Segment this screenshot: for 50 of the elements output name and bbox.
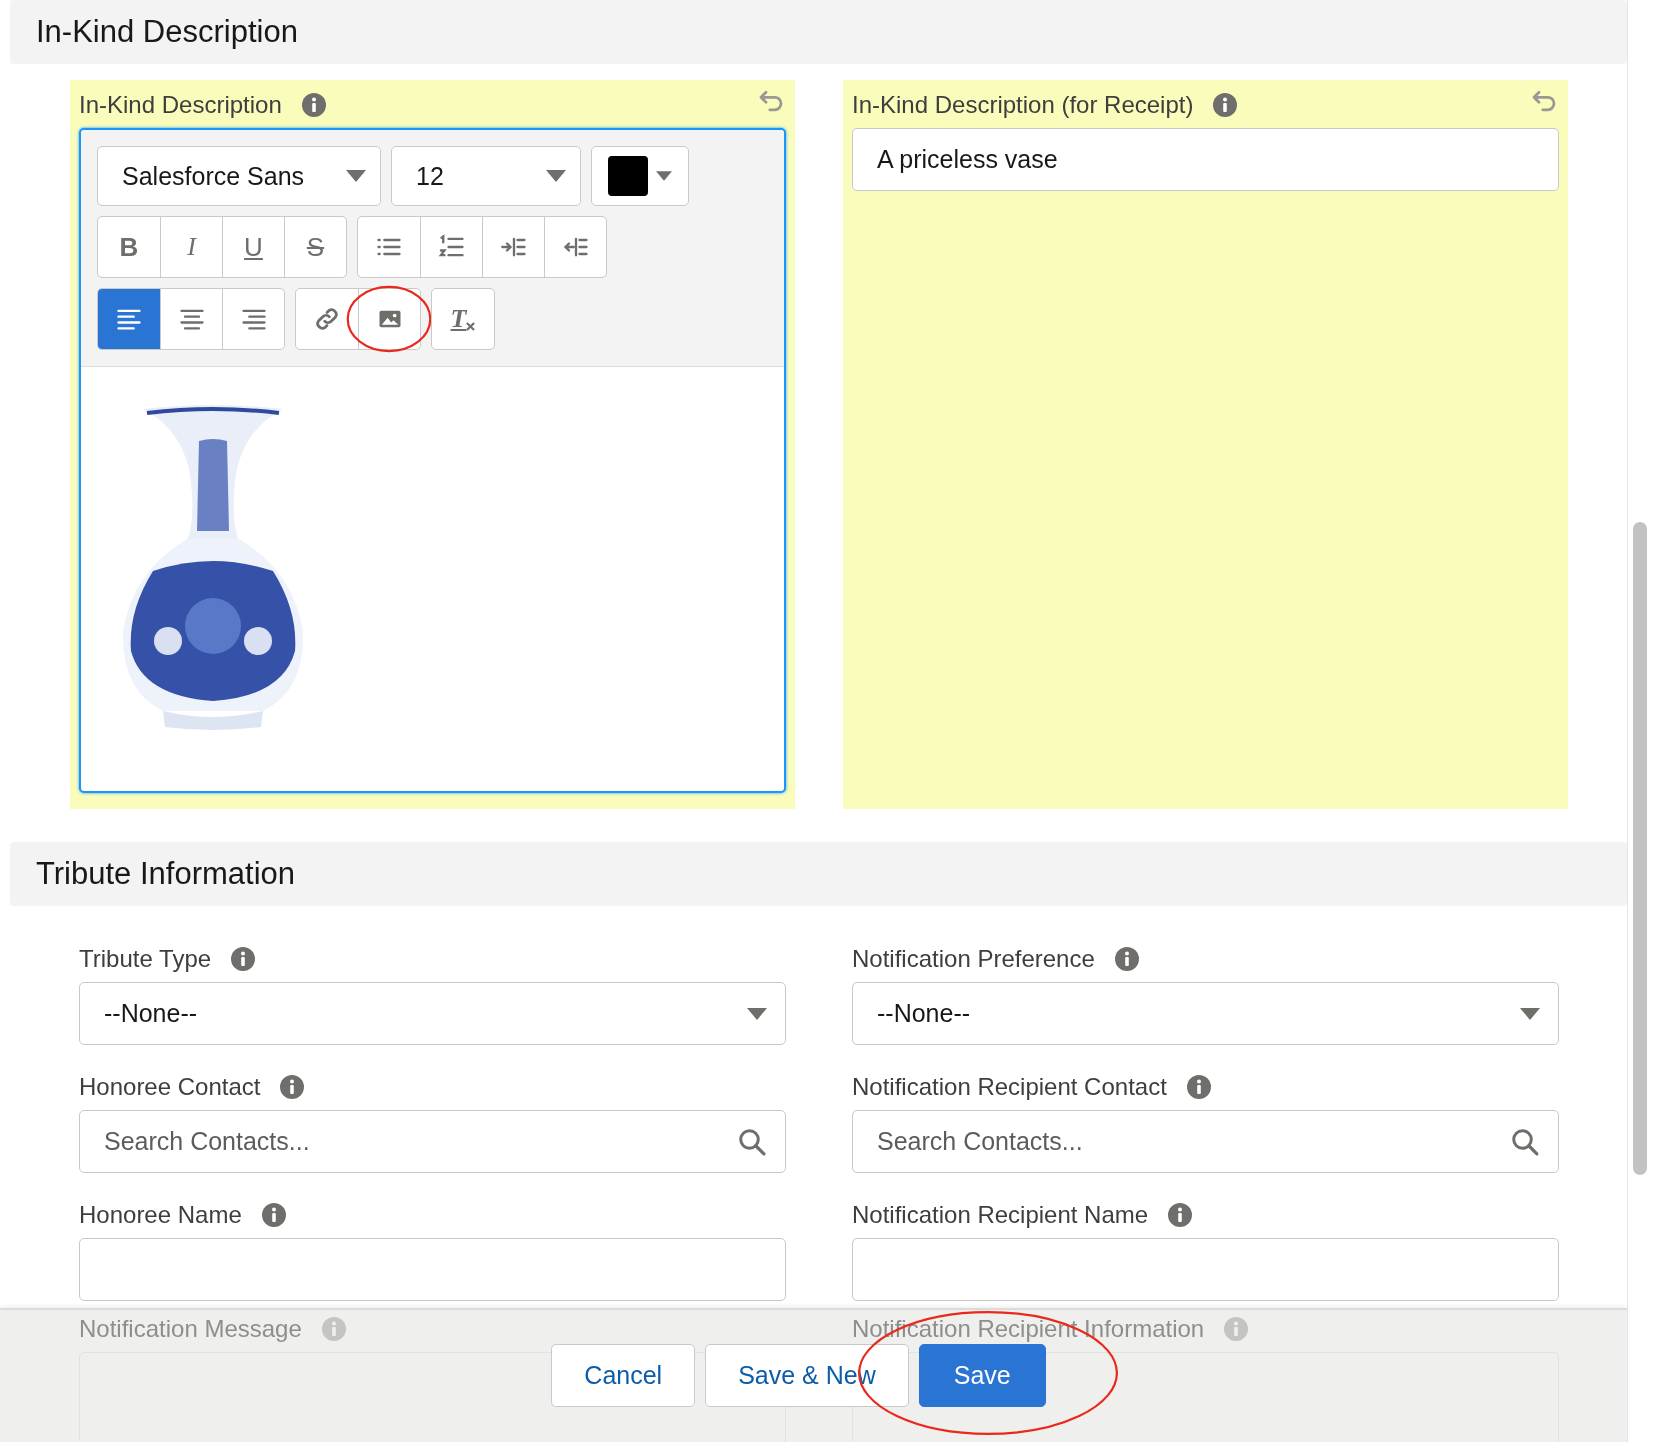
info-icon[interactable] [301, 93, 326, 117]
x-icon [466, 321, 476, 331]
text-field[interactable] [852, 1238, 1559, 1301]
bold-button[interactable]: B [98, 217, 160, 277]
field-label: Honoree Contact [79, 1073, 261, 1101]
search-icon [737, 1126, 767, 1157]
caret-icon [346, 170, 366, 182]
caret-icon [656, 171, 672, 181]
underline-button[interactable]: U [222, 217, 284, 277]
caret-icon [747, 1007, 767, 1020]
scrollbar-thumb[interactable] [1633, 522, 1648, 1175]
field-label: Notification Recipient Contact [852, 1073, 1167, 1101]
link-icon [313, 305, 341, 333]
info-icon[interactable] [1186, 1075, 1211, 1099]
save-button[interactable]: Save [918, 1344, 1046, 1407]
strike-button[interactable]: S [284, 217, 346, 277]
text-field[interactable]: A priceless vase [852, 128, 1559, 191]
info-icon[interactable] [280, 1075, 305, 1099]
info-icon[interactable] [261, 1203, 286, 1227]
section-title: In-Kind Description [36, 14, 298, 50]
field-label: Notification Message [79, 1315, 302, 1343]
field-label: Notification Recipient Name [852, 1201, 1149, 1229]
info-icon [1224, 1317, 1249, 1341]
color-picker[interactable] [591, 146, 689, 206]
font-select[interactable]: Salesforce Sans [97, 146, 381, 206]
text-field[interactable] [79, 1238, 786, 1301]
info-icon[interactable] [1213, 93, 1238, 117]
info-icon[interactable] [231, 947, 256, 971]
italic-button[interactable]: I [160, 217, 222, 277]
search-field[interactable]: Search Contacts... [79, 1110, 786, 1173]
clear-button[interactable]: T [432, 289, 494, 349]
picklist-field[interactable]: --None-- [79, 982, 786, 1045]
align-left-button[interactable] [98, 289, 160, 349]
field-label: Notification Preference [852, 945, 1095, 973]
field-label: In-Kind Description (for Receipt) [852, 91, 1194, 119]
field-label: Tribute Type [79, 945, 212, 973]
caret-icon [1520, 1007, 1540, 1020]
caret-icon [546, 170, 566, 182]
size-select[interactable]: 12 [391, 146, 581, 206]
section-title: Tribute Information [36, 856, 296, 892]
info-icon [321, 1317, 346, 1341]
picklist-field[interactable]: --None-- [852, 982, 1559, 1045]
info-icon[interactable] [1168, 1203, 1193, 1227]
search-icon [1510, 1126, 1540, 1157]
search-field[interactable]: Search Contacts... [852, 1110, 1559, 1173]
field-label: Honoree Name [79, 1201, 242, 1229]
rich-text-editor[interactable]: Salesforce Sans 12 B I U S T [79, 128, 786, 793]
info-icon[interactable] [1114, 947, 1139, 971]
field-label: In-Kind Description [79, 91, 282, 119]
footer-button[interactable]: Cancel [551, 1344, 696, 1407]
